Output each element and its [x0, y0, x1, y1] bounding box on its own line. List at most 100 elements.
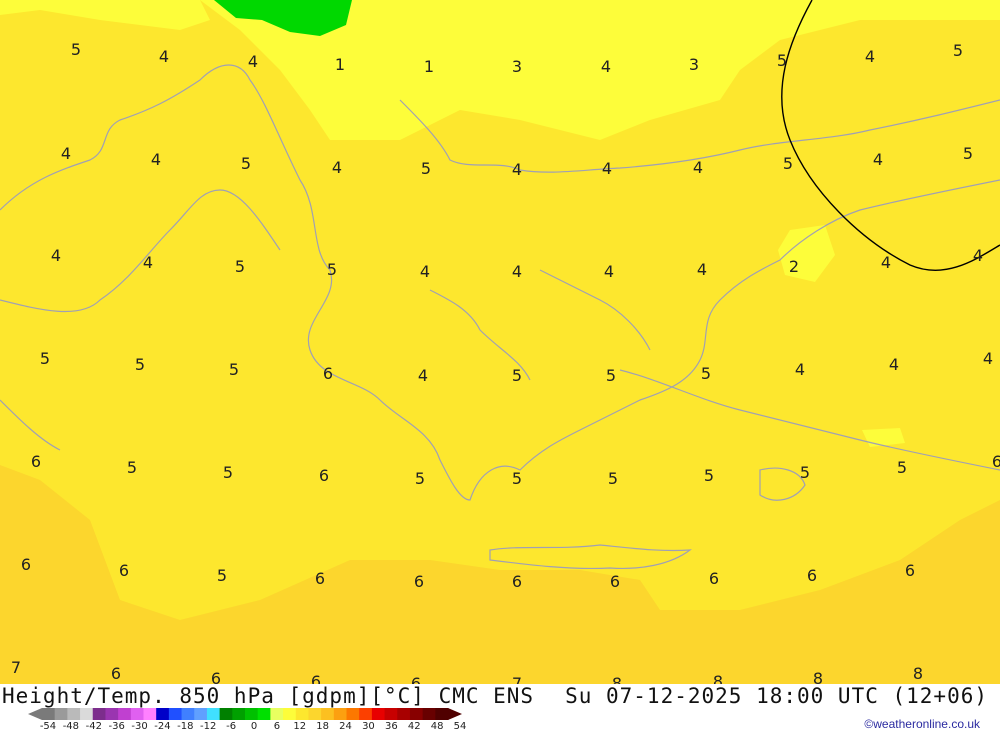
scale-swatch	[422, 708, 436, 720]
map-value-label: 4	[864, 47, 876, 66]
map-value-label: 8	[611, 674, 623, 685]
map-value-label: 8	[712, 672, 724, 685]
scale-tick-label: -12	[200, 721, 217, 732]
scale-swatch	[130, 708, 144, 720]
map-value-label: 7	[10, 658, 22, 677]
scale-swatch	[206, 708, 221, 720]
scale-swatch	[143, 708, 157, 720]
scale-swatch	[67, 708, 81, 720]
scale-swatch	[92, 708, 106, 720]
map-value-label: 4	[872, 150, 884, 169]
map-value-label: 6	[210, 669, 222, 685]
map-value-label: 4	[601, 159, 613, 178]
scale-swatch	[42, 708, 56, 720]
map-value-label: 4	[419, 262, 431, 281]
scale-swatch	[257, 708, 271, 720]
scale-swatch	[105, 708, 119, 720]
map-value-label: 4	[417, 366, 429, 385]
map-value-label: 6	[314, 569, 326, 588]
map-value-label: 5	[234, 257, 246, 276]
map-value-label: 4	[511, 160, 523, 179]
map-value-label: 6	[413, 572, 425, 591]
map-value-label: 5	[420, 159, 432, 178]
credit-link[interactable]: ©weatheronline.co.uk	[864, 717, 980, 731]
scale-tick-label: -6	[226, 721, 237, 732]
scale-tick-label: -24	[154, 721, 171, 732]
map-value-label: 5	[326, 260, 338, 279]
scale-swatch	[346, 708, 360, 720]
map-value-label: 5	[414, 469, 426, 488]
scale-tick-label: -30	[131, 721, 148, 732]
map-value-label: 6	[806, 566, 818, 585]
map-value-label: 5	[216, 566, 228, 585]
map-value-label: 4	[331, 158, 343, 177]
map-value-label: 6	[609, 572, 621, 591]
map-value-label: 5	[952, 41, 964, 60]
scale-tick-label: 12	[293, 721, 307, 732]
scale-tick-label: 36	[384, 721, 398, 732]
map-value-label: 5	[70, 40, 82, 59]
map-title: Height/Temp. 850 hPa [gdpm][°C] CMC ENS	[2, 684, 535, 708]
scale-tick-label: -18	[177, 721, 194, 732]
scale-arrow-left	[28, 708, 42, 720]
map-value-label: 4	[50, 246, 62, 265]
map-value-label: 4	[794, 360, 806, 379]
scale-tick-label: 42	[407, 721, 421, 732]
map-value-label: 5	[700, 364, 712, 383]
color-scale	[28, 706, 462, 720]
scale-tick-label: 54	[453, 721, 467, 732]
scale-tick-label: 18	[316, 721, 330, 732]
scale-swatch	[219, 708, 233, 720]
map-value-label: 6	[991, 452, 1000, 471]
map-value-label: 4	[888, 355, 900, 374]
map-value-label: 4	[158, 47, 170, 66]
map-value-label: 5	[799, 463, 811, 482]
map-value-label: 5	[962, 144, 974, 163]
map-value-label: 6	[118, 561, 130, 580]
scale-swatch	[194, 708, 208, 720]
scale-swatch	[168, 708, 183, 720]
scale-swatch	[156, 708, 170, 720]
scale-tick-label: 24	[339, 721, 352, 732]
color-scale-bar	[28, 708, 462, 720]
map-value-label: 5	[782, 154, 794, 173]
map-value-label: 5	[607, 469, 619, 488]
scale-swatch	[397, 708, 411, 720]
map-value-label: 4	[972, 246, 984, 265]
map-value-label: 4	[603, 262, 615, 281]
map-value-label: 5	[39, 349, 51, 368]
map-value-label: 5	[240, 154, 252, 173]
map-value-label: 4	[692, 158, 704, 177]
map-value-label: 3	[688, 55, 700, 74]
map-value-label: 5	[134, 355, 146, 374]
map-value-label: 8	[912, 664, 924, 683]
scale-swatch	[384, 708, 398, 720]
map-value-label: 6	[904, 561, 916, 580]
map-value-label: 4	[880, 253, 892, 272]
map-value-label: 5	[222, 463, 234, 482]
map-value-label: 7	[511, 674, 523, 685]
map-value-label: 4	[511, 262, 523, 281]
scale-arrow-right	[448, 708, 462, 720]
map-value-label: 5	[228, 360, 240, 379]
map-value-label: 6	[511, 572, 523, 591]
map-value-label: 6	[110, 664, 122, 683]
map-value-label: 5	[605, 366, 617, 385]
scale-swatch	[270, 708, 284, 720]
scale-swatch	[359, 708, 373, 720]
scale-tick-label: -48	[62, 721, 80, 732]
scale-swatch	[333, 708, 347, 720]
map-value-label: 5	[776, 51, 788, 70]
scale-swatch	[371, 708, 386, 720]
scale-swatch	[295, 708, 309, 720]
map-value-label: 5	[703, 466, 715, 485]
map-value-label: 6	[20, 555, 32, 574]
map-value-label: 5	[511, 366, 523, 385]
map-value-label: 6	[708, 569, 720, 588]
map-value-label: 6	[30, 452, 42, 471]
valid-datetime: Su 07-12-2025 18:00 UTC (12+06)	[565, 684, 988, 708]
map-value-label: 6	[318, 466, 330, 485]
map-value-label: 4	[150, 150, 162, 169]
scale-tick-label: 30	[362, 721, 375, 732]
map-value-label: 4	[600, 57, 612, 76]
